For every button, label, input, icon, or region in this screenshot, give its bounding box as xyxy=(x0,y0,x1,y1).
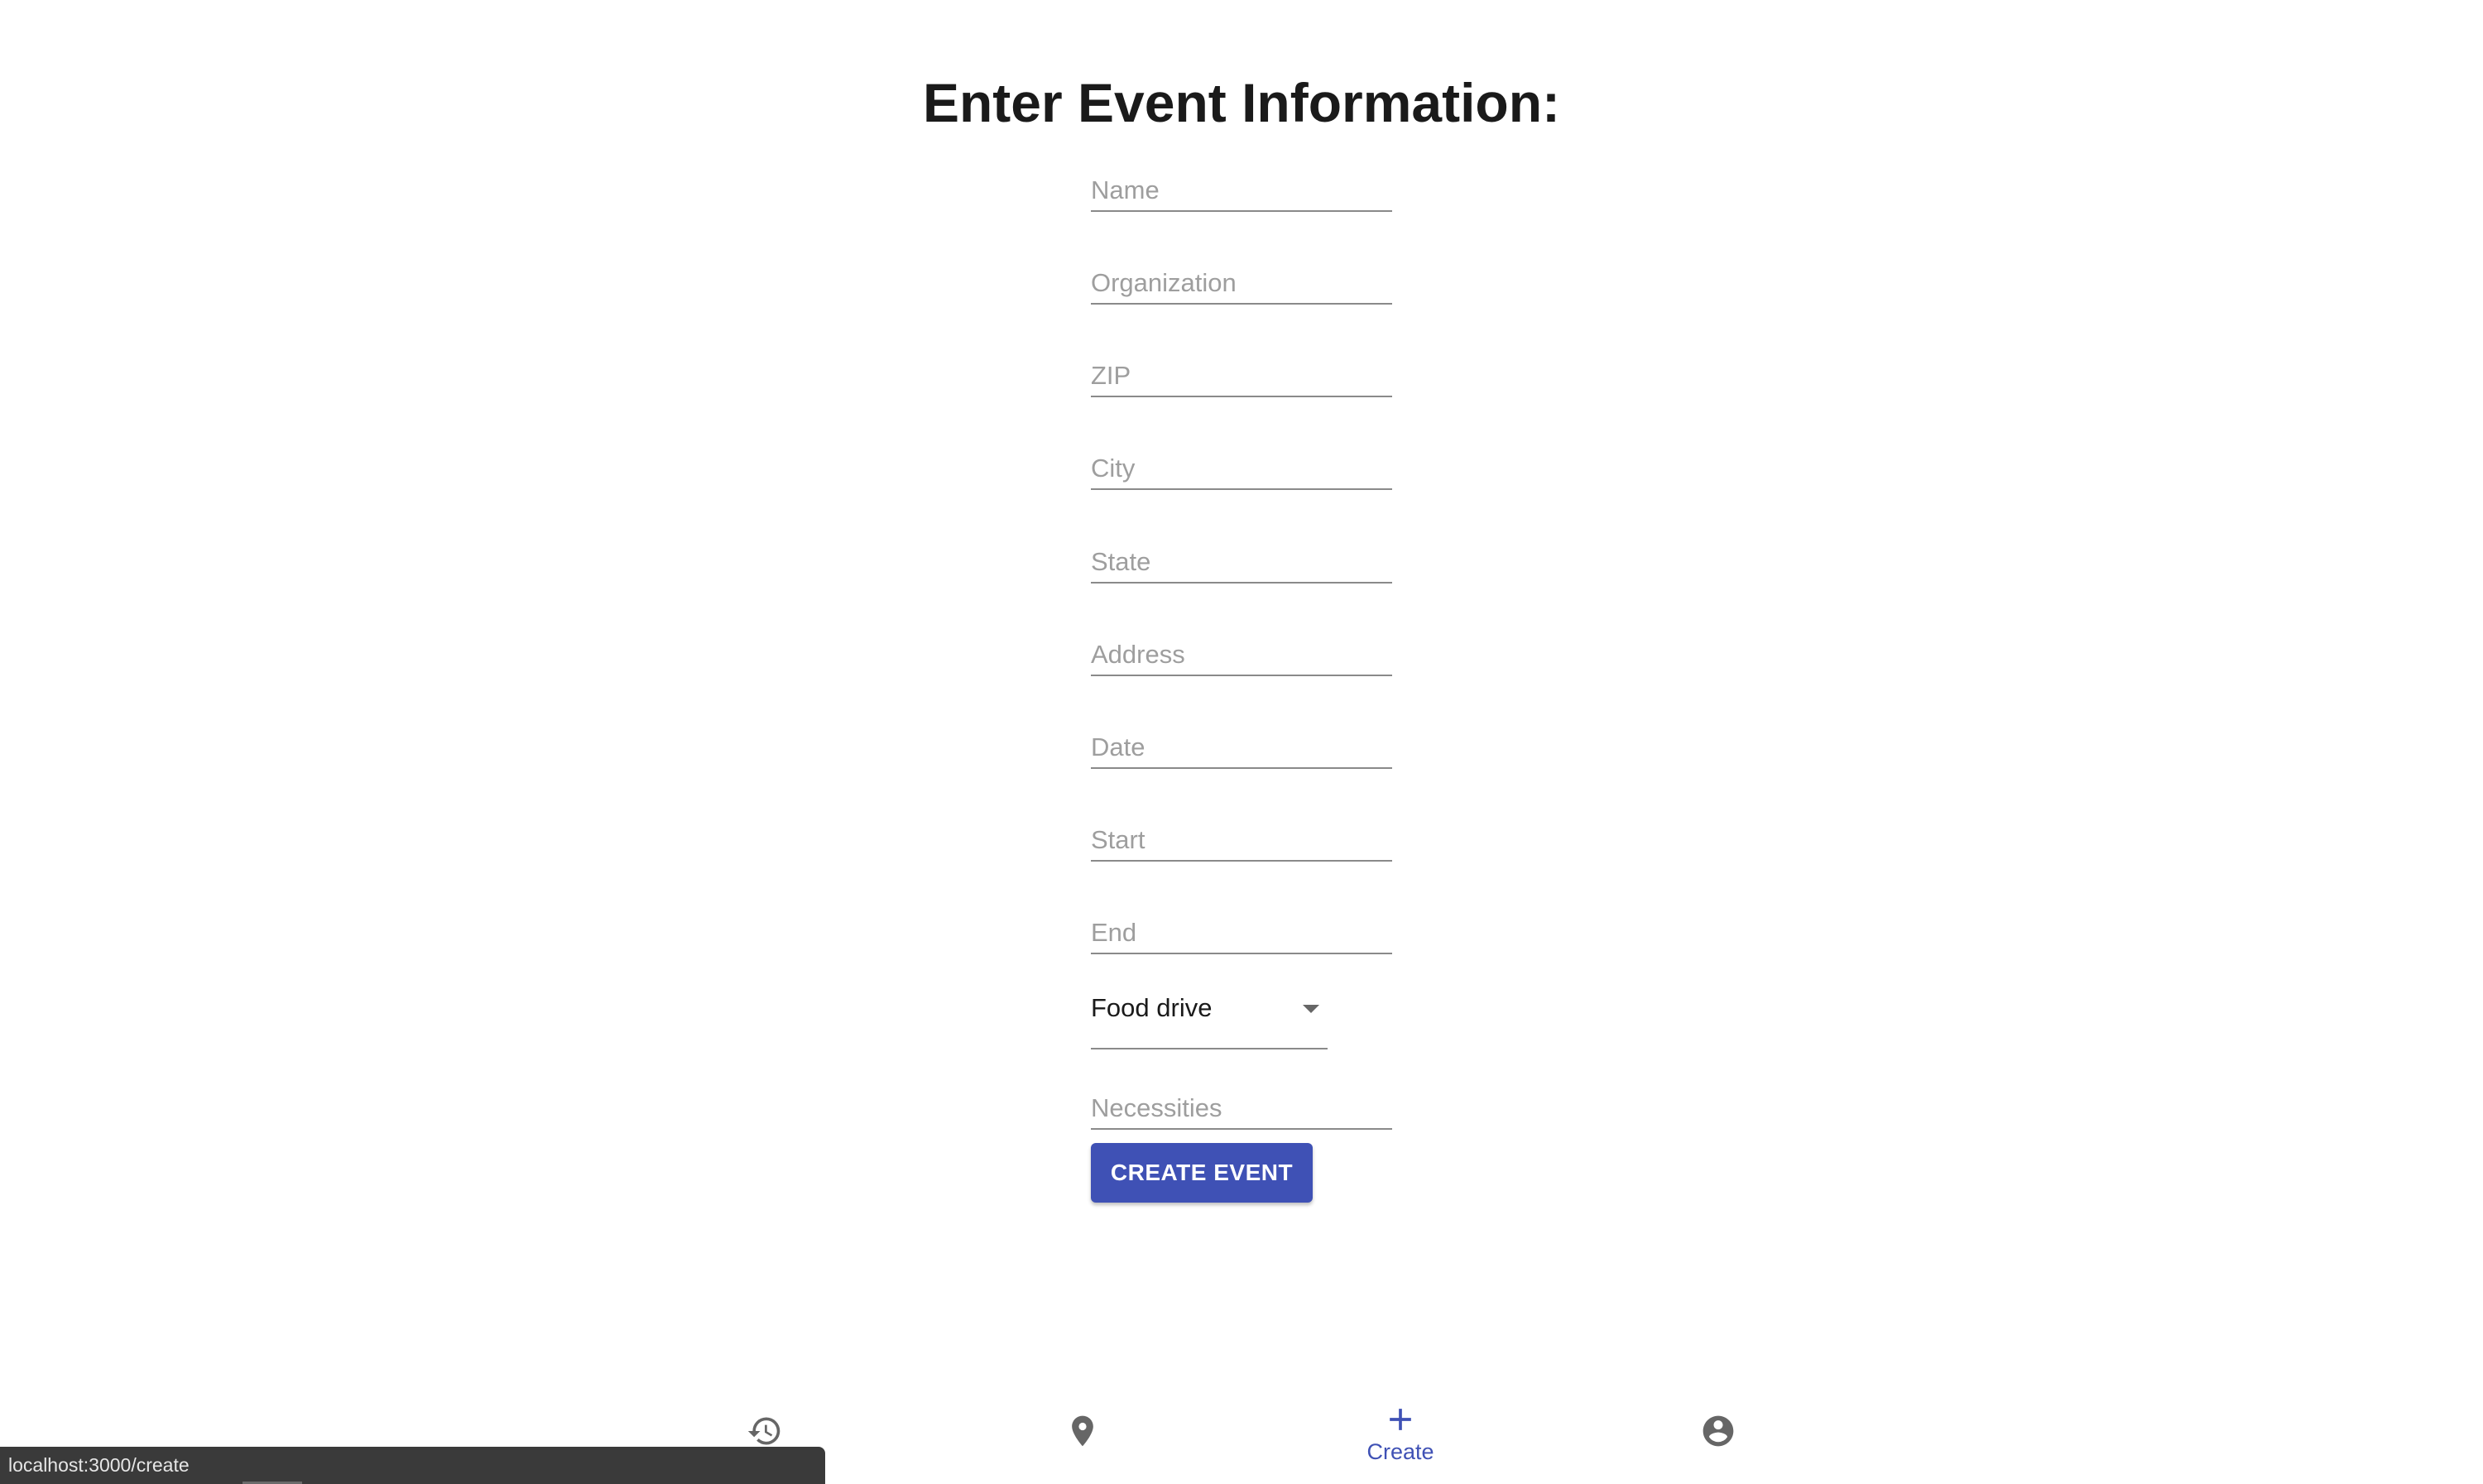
create-event-button[interactable]: CREATE EVENT xyxy=(1091,1143,1313,1203)
necessities-input[interactable] xyxy=(1091,1093,1392,1123)
name-field xyxy=(1091,166,1392,212)
address-input[interactable] xyxy=(1091,640,1392,670)
organization-field xyxy=(1091,258,1392,305)
event-type-select[interactable]: Food drive xyxy=(1091,975,1328,1049)
page-title: Enter Event Information: xyxy=(922,72,1561,134)
state-field xyxy=(1091,537,1392,584)
start-field xyxy=(1091,815,1392,862)
browser-status-bar: localhost:3000/create xyxy=(0,1447,825,1484)
address-field xyxy=(1091,630,1392,676)
start-time-input[interactable] xyxy=(1091,825,1392,855)
state-input[interactable] xyxy=(1091,547,1392,577)
organization-input[interactable] xyxy=(1091,268,1392,298)
status-url: localhost:3000/create xyxy=(8,1454,190,1476)
nav-item-create[interactable]: Create xyxy=(1318,1393,1483,1484)
plus-icon xyxy=(1390,1409,1411,1430)
end-field xyxy=(1091,908,1392,954)
account-circle-icon xyxy=(1703,1415,1734,1447)
city-input[interactable] xyxy=(1091,454,1392,483)
necessities-field xyxy=(1091,1083,1392,1130)
history-icon xyxy=(747,1417,780,1445)
date-field xyxy=(1091,723,1392,769)
nav-item-account[interactable] xyxy=(1635,1393,1801,1484)
nav-item-map[interactable] xyxy=(1000,1393,1165,1484)
nav-label-create: Create xyxy=(1366,1439,1434,1464)
date-input[interactable] xyxy=(1091,732,1392,762)
location-pin-icon xyxy=(1072,1415,1093,1447)
zip-field xyxy=(1091,351,1392,397)
name-input[interactable] xyxy=(1091,175,1392,205)
chevron-down-icon xyxy=(1303,1005,1319,1013)
create-event-page: Enter Event Information: Name Organizati… xyxy=(0,0,2483,1484)
event-type-selected-value: Food drive xyxy=(1091,993,1213,1022)
city-field xyxy=(1091,444,1392,490)
end-time-input[interactable] xyxy=(1091,918,1392,948)
zip-input[interactable] xyxy=(1091,361,1392,391)
